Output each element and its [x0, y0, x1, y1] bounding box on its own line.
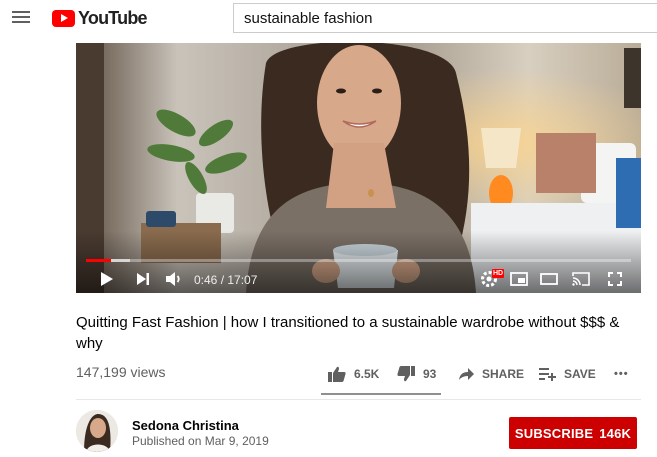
- subscribe-label: SUBSCRIBE: [514, 425, 594, 441]
- save-label: SAVE: [564, 367, 596, 381]
- progress-bar[interactable]: [86, 259, 631, 262]
- share-icon: [459, 368, 474, 380]
- like-count: 6.5K: [354, 367, 380, 381]
- logo-text: YouTube: [78, 7, 148, 28]
- menu-icon[interactable]: [12, 9, 30, 27]
- cast-icon: [572, 272, 590, 286]
- youtube-logo[interactable]: YouTube: [52, 7, 148, 28]
- view-count: 147,199 views: [76, 364, 166, 380]
- search-input[interactable]: sustainable fashion: [233, 3, 657, 33]
- search-query-text: sustainable fashion: [244, 9, 373, 27]
- more-icon: •••: [614, 368, 629, 380]
- volume-icon: [166, 272, 180, 286]
- subscribe-button[interactable]: SUBSCRIBE 146K: [509, 417, 637, 449]
- video-title: Quitting Fast Fashion | how I transition…: [76, 314, 620, 352]
- hd-badge: HD: [492, 269, 505, 278]
- more-actions-button[interactable]: •••: [614, 363, 629, 385]
- next-button[interactable]: [132, 269, 154, 289]
- player-controls: 0:46 / 17:07 HD: [76, 265, 641, 293]
- theater-icon: [540, 273, 558, 285]
- thumbs-down-icon: [397, 366, 415, 382]
- dislike-count: 93: [423, 367, 437, 381]
- next-icon: [137, 273, 149, 285]
- share-label: SHARE: [482, 367, 525, 381]
- publish-date: Published on Mar 9, 2019: [132, 434, 269, 448]
- time-current: 0:46: [194, 273, 218, 287]
- miniplayer-icon: [510, 272, 528, 286]
- video-player[interactable]: 0:46 / 17:07 HD: [76, 43, 641, 293]
- divider: [76, 399, 641, 400]
- masthead: YouTube sustainable fashion: [0, 0, 657, 40]
- theater-mode-button[interactable]: [538, 269, 560, 289]
- add-to-playlist-icon: [539, 368, 556, 381]
- progress-played: [86, 259, 111, 262]
- time-total: 17:07: [227, 273, 258, 287]
- play-icon: [101, 272, 113, 286]
- like-dislike-bar: [321, 393, 441, 395]
- youtube-play-logo-icon: [52, 9, 75, 27]
- dislike-button[interactable]: 93: [397, 363, 436, 385]
- channel-avatar[interactable]: [76, 410, 118, 452]
- time-display: 0:46 / 17:07: [194, 273, 258, 287]
- subscriber-count: 146K: [599, 425, 632, 441]
- share-button[interactable]: SHARE: [459, 363, 524, 385]
- channel-name[interactable]: Sedona Christina: [132, 418, 239, 433]
- miniplayer-button[interactable]: [508, 269, 530, 289]
- fullscreen-button[interactable]: [604, 269, 626, 289]
- volume-button[interactable]: [162, 269, 186, 289]
- settings-button[interactable]: HD: [478, 269, 505, 289]
- avatar-photo: [76, 410, 118, 452]
- save-button[interactable]: SAVE: [539, 363, 596, 385]
- cast-button[interactable]: [570, 269, 592, 289]
- fullscreen-icon: [608, 272, 622, 286]
- video-frame: [76, 43, 641, 293]
- play-button[interactable]: [96, 269, 118, 289]
- like-button[interactable]: 6.5K: [328, 363, 379, 385]
- thumbs-up-icon: [328, 366, 346, 382]
